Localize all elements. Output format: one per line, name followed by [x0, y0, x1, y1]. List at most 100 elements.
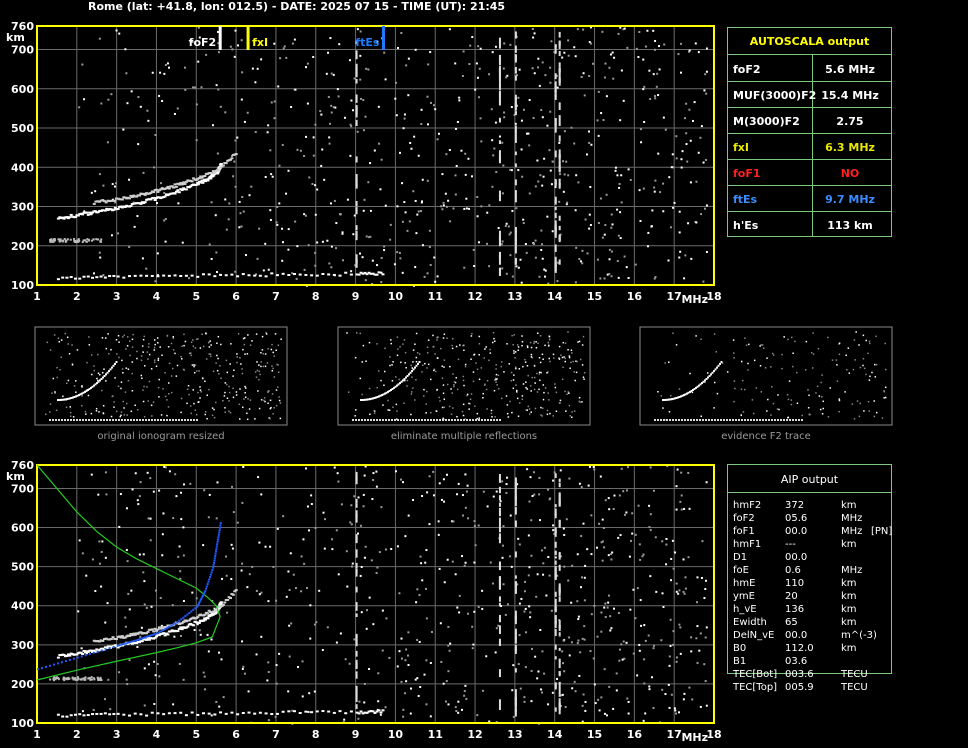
bot-trace-point [163, 634, 167, 637]
blue-model-point [190, 610, 193, 613]
bot-noise-dot [679, 652, 682, 655]
bot-trace-point [145, 714, 149, 717]
bot-streak [558, 564, 561, 571]
bot-noise-dot [563, 565, 566, 568]
bot-streak [558, 658, 561, 662]
bot-noise-dot [527, 574, 530, 577]
bot-noise-dot [629, 608, 632, 611]
bot-noise-dot [492, 495, 495, 498]
bot-streak [554, 550, 557, 554]
bot-noise-dot [402, 715, 405, 718]
bot-noise-dot [377, 672, 380, 675]
bot-noise-dot [288, 624, 291, 627]
bot-noise-dot [275, 664, 278, 667]
bot-noise-dot [642, 719, 645, 722]
bot-noise-dot [213, 607, 216, 610]
bot-noise-dot [136, 646, 139, 649]
bot-noise-dot [456, 493, 459, 496]
blue-model-point [142, 636, 145, 639]
bot-streak [355, 534, 358, 540]
bot-trace-point [207, 712, 211, 715]
bot-noise-dot [305, 467, 308, 470]
bot-noise-dot [287, 690, 290, 693]
bot-noise-dot [592, 657, 595, 660]
bot-noise-dot [704, 680, 707, 683]
bot-noise-dot [179, 570, 182, 573]
blue-model-point [130, 640, 133, 643]
bot-streak [558, 596, 561, 602]
bot-noise-dot [696, 661, 699, 664]
bot-noise-dot [306, 505, 309, 508]
bot-noise-dot [363, 701, 366, 704]
bot-trace-point [315, 710, 319, 713]
bot-noise-dot [309, 637, 312, 640]
bot-noise-dot [554, 556, 557, 559]
bot-noise-dot [679, 500, 682, 503]
bot-streak [514, 668, 517, 673]
bot-noise-dot [684, 587, 687, 590]
bot-noise-dot [643, 624, 646, 627]
blue-model-point [132, 640, 135, 643]
bot-noise-dot [384, 706, 387, 709]
bot-noise-dot [152, 490, 155, 493]
bot-noise-dot [350, 504, 353, 507]
bot-noise-dot [465, 697, 468, 700]
bot-trace-point [219, 711, 223, 714]
bot-noise-dot [473, 561, 476, 564]
bot-noise-dot [670, 693, 673, 696]
aip-cell: MHz [841, 513, 863, 524]
bot-streak [514, 581, 517, 586]
bot-noise-dot [509, 514, 512, 517]
bot-noise-dot [511, 689, 514, 692]
bot-noise-dot [603, 546, 606, 549]
bot-noise-dot [294, 587, 297, 590]
bot-trace-point [221, 603, 225, 606]
bot-noise-dot [370, 559, 373, 562]
bot-streak [514, 551, 517, 558]
bot-noise-dot [705, 579, 708, 582]
bot-noise-dot [678, 589, 681, 592]
bot-noise-dot [704, 588, 707, 591]
bot-noise-dot [105, 493, 108, 496]
bot-noise-dot [447, 703, 450, 706]
bot-noise-dot [529, 616, 532, 619]
bot-echo-dot [71, 676, 74, 679]
bot-noise-dot [612, 507, 615, 510]
bot-noise-dot [424, 561, 427, 564]
bot-noise-dot [400, 657, 403, 660]
bot-noise-dot [489, 561, 492, 564]
bot-noise-dot [159, 596, 162, 599]
bot-trace-point [344, 712, 348, 715]
bot-noise-dot [339, 632, 342, 635]
bot-noise-dot [91, 558, 94, 561]
bot-noise-dot [577, 639, 580, 642]
bot-noise-dot [494, 651, 497, 654]
bot-noise-dot [310, 494, 313, 497]
bot-trace-point [86, 714, 90, 717]
bot-noise-dot [372, 472, 375, 475]
bot-noise-dot [668, 655, 671, 658]
bot-noise-dot [363, 474, 366, 477]
bot-noise-dot [98, 540, 101, 543]
bot-noise-dot [625, 511, 628, 514]
bot-noise-dot [100, 550, 103, 553]
bot-trace-point [270, 713, 274, 716]
blue-model-point [214, 552, 217, 555]
bot-noise-dot [586, 548, 589, 551]
bot-noise-dot [472, 643, 475, 646]
bot-noise-dot [182, 526, 185, 529]
bot-streak [554, 707, 557, 712]
bot-noise-dot [451, 560, 454, 563]
bot-noise-dot [649, 529, 652, 532]
bot-noise-dot [360, 566, 363, 569]
bot-noise-dot [443, 500, 446, 503]
blue-model-point [138, 638, 141, 641]
bot-x-tick-label: 10 [388, 728, 404, 741]
aip-cell: km [841, 539, 857, 550]
bot-noise-dot [278, 652, 281, 655]
aip-cell: B1 [733, 656, 747, 667]
bot-trace-point [321, 710, 325, 713]
bot-noise-dot [688, 686, 691, 689]
bot-noise-dot [523, 696, 526, 699]
bot-trace-point [219, 601, 223, 604]
